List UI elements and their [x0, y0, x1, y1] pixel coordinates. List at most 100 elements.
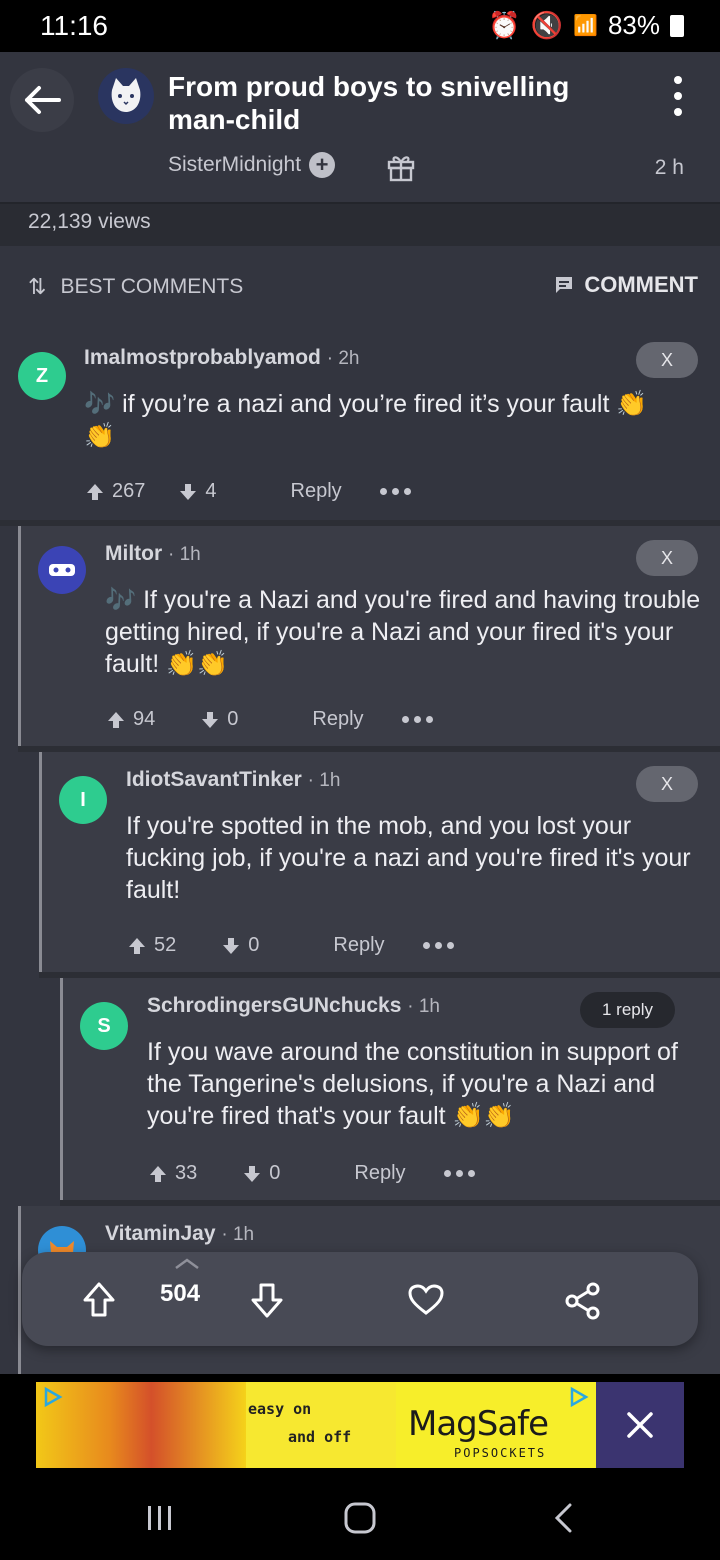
chevron-up-icon[interactable] [174, 1258, 200, 1270]
downvote-button[interactable]: 4 [179, 480, 217, 503]
post-time: 2 h [654, 156, 684, 179]
clap-icon: 👏👏 [452, 1102, 515, 1130]
comment-button-label: COMMENT [584, 272, 698, 297]
app-screen: From proud boys to snivelling man-child … [0, 52, 720, 1374]
comment: Miltor · 1h X 🎶 If you're a Nazi and you… [18, 526, 720, 746]
more-dots-icon[interactable] [379, 488, 411, 495]
status-bar: 11:16 ⏰ 🔇 📶 83% [0, 0, 720, 52]
ad-close-button[interactable] [596, 1382, 684, 1468]
comment-text: 🎶 If you're a Nazi and you're fired and … [105, 586, 701, 678]
comment-actions: 52 0 Reply [128, 934, 454, 957]
collapse-button[interactable]: X [636, 766, 698, 802]
ad-choices-icon[interactable] [42, 1386, 64, 1408]
reply-button[interactable]: Reply [354, 1162, 405, 1185]
comment-actions: 33 0 Reply [149, 1162, 475, 1185]
clap-icon: 👏 [616, 390, 648, 418]
comment-actions: 267 4 Reply [86, 480, 411, 503]
downvote-icon [180, 483, 197, 500]
upvote-icon [87, 483, 103, 500]
thread-rail [60, 978, 63, 1200]
upvote-button[interactable]: 52 [128, 934, 176, 957]
back-nav-icon[interactable] [550, 1502, 578, 1534]
downvote-button[interactable]: 0 [243, 1162, 280, 1185]
ad-banner[interactable]: easy on and off MagSafe POPSOCKETS [36, 1382, 684, 1468]
downvote-button[interactable]: 0 [201, 708, 238, 731]
user-avatar[interactable] [38, 546, 86, 594]
more-dots-icon[interactable] [443, 1170, 475, 1177]
reply-button[interactable]: Reply [312, 708, 363, 731]
comment-username[interactable]: SchrodingersGUNchucks · 1h [147, 994, 440, 1018]
cat-icon [111, 78, 141, 112]
more-dots-icon[interactable] [401, 716, 433, 723]
user-avatar[interactable]: Z [18, 352, 66, 400]
upvote-post-icon[interactable] [82, 1282, 116, 1318]
upvote-icon [150, 1165, 166, 1182]
ad-middle-panel [246, 1382, 396, 1468]
music-notes-icon: 🎶 [84, 390, 116, 418]
ad-text-line2: and off [288, 1428, 352, 1446]
downvote-icon [244, 1165, 261, 1182]
mute-icon: 🔇 [530, 10, 564, 40]
author-avatar[interactable] [98, 68, 154, 124]
upvote-button[interactable]: 94 [107, 708, 155, 731]
share-icon[interactable] [564, 1282, 602, 1320]
ad-brand: MagSafe [408, 1404, 549, 1444]
wifi-icon: 📶 [573, 15, 598, 37]
sort-arrows-icon: ⇅ [28, 274, 47, 299]
status-icons: ⏰ 🔇 📶 83% [488, 10, 684, 41]
music-notes-icon: 🎶 [105, 586, 137, 614]
collapse-button[interactable]: X [636, 540, 698, 576]
user-avatar[interactable]: S [80, 1002, 128, 1050]
downvote-button[interactable]: 0 [222, 934, 259, 957]
thread-rail [39, 752, 42, 972]
follow-plus-icon[interactable]: + [309, 152, 336, 178]
back-button[interactable] [10, 68, 74, 132]
replies-count-button[interactable]: 1 reply [580, 992, 676, 1028]
add-comment-button[interactable]: COMMENT [554, 272, 698, 298]
sort-label: BEST COMMENTS [60, 275, 244, 298]
downvote-icon [202, 711, 219, 728]
post-score: 504 [160, 1280, 201, 1307]
comment-text: If you're spotted in the mob, and you lo… [126, 812, 691, 904]
comment-username[interactable]: VitaminJay · 1h [105, 1222, 254, 1246]
ad-text-line1: easy on [248, 1400, 312, 1418]
downvote-icon [223, 937, 240, 954]
comment-icon [556, 277, 573, 293]
thread-rail [18, 526, 21, 746]
alarm-icon: ⏰ [488, 10, 521, 40]
comment-text: If you wave around the constitution in s… [147, 1038, 678, 1130]
home-icon[interactable] [342, 1500, 378, 1536]
ad-subbrand: POPSOCKETS [454, 1446, 547, 1460]
comment: Z Imalmostprobablyamod · 2h X 🎶 if you’r… [0, 322, 720, 520]
user-avatar[interactable]: I [59, 776, 107, 824]
recent-apps-icon[interactable] [144, 1502, 176, 1534]
battery-percent: 83% [607, 10, 660, 40]
status-time: 11:16 [40, 10, 108, 41]
view-count: 22,139 views [28, 210, 151, 233]
upvote-icon [129, 937, 145, 954]
upvote-icon [108, 711, 124, 728]
reply-button[interactable]: Reply [333, 934, 384, 957]
heart-icon[interactable] [408, 1284, 444, 1316]
comment-username[interactable]: Imalmostprobablyamod · 2h [84, 346, 359, 370]
reply-button[interactable]: Reply [291, 480, 342, 503]
more-options-button[interactable] [666, 76, 690, 116]
views-bar: 22,139 views [0, 202, 720, 246]
collapse-button[interactable]: X [636, 342, 698, 378]
sort-button[interactable]: ⇅ BEST COMMENTS [28, 274, 243, 300]
comment-username[interactable]: IdiotSavantTinker · 1h [126, 768, 340, 792]
upvote-button[interactable]: 267 [86, 480, 145, 503]
ad-choices-icon[interactable] [568, 1386, 590, 1408]
downvote-post-icon[interactable] [250, 1282, 284, 1318]
upvote-button[interactable]: 33 [149, 1162, 197, 1185]
thread-rail [18, 1206, 21, 1374]
comment-username[interactable]: Miltor · 1h [105, 542, 201, 566]
comment-text: 🎶 if you’re a nazi and you’re fired it’s… [84, 390, 648, 450]
author-name[interactable]: SisterMidnight [168, 153, 301, 177]
post-header: From proud boys to snivelling man-child … [0, 52, 720, 202]
gift-icon[interactable] [386, 152, 416, 182]
post-title: From proud boys to snivelling man-child [168, 71, 570, 135]
system-nav-bar [0, 1476, 720, 1560]
more-dots-icon[interactable] [422, 942, 454, 949]
clap-icon: 👏 [84, 422, 116, 450]
